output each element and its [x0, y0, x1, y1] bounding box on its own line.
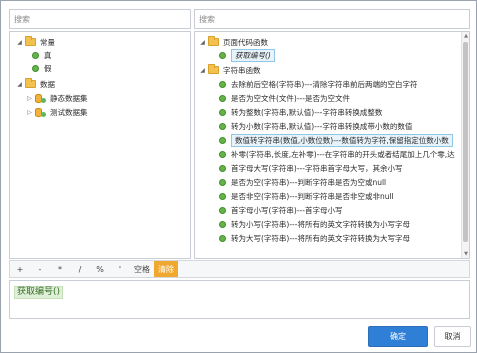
- space-button[interactable]: 空格: [130, 261, 154, 277]
- plus-operator-button[interactable]: +: [10, 261, 30, 277]
- multiply-operator-button[interactable]: *: [50, 261, 70, 277]
- function-item[interactable]: 是否为空(字符串)---判断字符串是否为空或null: [217, 176, 386, 188]
- tree-node-string-functions[interactable]: ◢ 字符串函数: [199, 64, 261, 76]
- minus-operator-button[interactable]: -: [30, 261, 50, 277]
- tree-leaf-label: 真: [44, 50, 52, 60]
- open-folder-icon: [208, 64, 219, 74]
- expanded-triangle-icon[interactable]: ◢: [16, 39, 23, 46]
- leaf-dot-icon: [219, 51, 226, 59]
- function-label: 是否为空文件(文件)---是否为空文件: [231, 93, 350, 103]
- leaf-dot-icon: [219, 108, 226, 116]
- tree-node-data[interactable]: ◢ 数据: [16, 78, 55, 90]
- tree-node-static-dataset[interactable]: ▷ 静态数据集: [26, 92, 88, 104]
- tree-node-label: 常量: [40, 37, 55, 47]
- confirm-button[interactable]: 确定: [368, 326, 428, 347]
- leaf-dot-icon: [219, 94, 226, 102]
- scroll-up-arrow-icon[interactable]: ▲: [462, 32, 469, 40]
- scroll-thumb[interactable]: [463, 42, 468, 242]
- clear-button[interactable]: 清除: [154, 261, 178, 277]
- function-label: 是否为空(字符串)---判断字符串是否为空或null: [231, 177, 387, 187]
- leaf-dot-icon: [219, 122, 226, 130]
- tree-leaf-label: 获取编号(): [231, 48, 275, 62]
- function-item-selected[interactable]: 数值转字符串(数值,小数位数)---数值转为字符,保留指定位数小数: [217, 133, 453, 147]
- function-label: 去除前后空格(字符串)---清除字符串前后两端的空白字符: [231, 79, 418, 89]
- function-item[interactable]: 是否为空文件(文件)---是否为空文件: [217, 92, 350, 104]
- quote-operator-button[interactable]: ': [110, 261, 130, 277]
- open-folder-icon: [208, 36, 219, 46]
- leaf-dot-icon: [32, 64, 39, 72]
- leaf-dot-icon: [219, 164, 226, 172]
- leaf-dot-icon: [219, 206, 226, 214]
- collapsed-triangle-icon[interactable]: ▷: [26, 109, 33, 116]
- expanded-triangle-icon[interactable]: ◢: [199, 67, 206, 74]
- expanded-triangle-icon[interactable]: ◢: [199, 39, 206, 46]
- leaf-dot-icon: [32, 51, 39, 59]
- function-item[interactable]: 转为小数(字符串,默认值)---字符串转换成带小数的数值: [217, 120, 412, 132]
- tree-node-label: 测试数据集: [50, 107, 88, 117]
- functions-tree-panel: ◢ 页面代码函数 获取编号() ◢ 字符串函数 去除前后空格(字符串)---清除…: [194, 31, 470, 259]
- tree-leaf-label: 假: [44, 63, 52, 73]
- tree-node-constants[interactable]: ◢ 常量: [16, 36, 55, 48]
- right-search-input[interactable]: 搜索: [194, 9, 470, 29]
- tree-node-label: 静态数据集: [50, 93, 88, 103]
- expression-editor-dialog: 搜索 搜索 ◢ 常量 真 假 ◢ 数据 ▷ 静态数据集 ▷ 测试数据集 ◢ 页面…: [0, 0, 477, 353]
- dataset-icon: [35, 107, 46, 117]
- tree-node-label: 数据: [40, 79, 55, 89]
- function-item[interactable]: 首字母小写(字符串)---首字母小写: [217, 204, 342, 216]
- folder-icon: [25, 78, 36, 88]
- cancel-button[interactable]: 取消: [434, 326, 471, 347]
- function-item[interactable]: 转为小写(字符串)---将所有的英文字符转换为小写字母: [217, 218, 410, 230]
- function-label: 转为小数(字符串,默认值)---字符串转换成带小数的数值: [231, 121, 413, 131]
- leaf-dot-icon: [219, 136, 226, 144]
- modulo-operator-button[interactable]: %: [90, 261, 110, 277]
- divide-operator-button[interactable]: /: [70, 261, 90, 277]
- collapsed-triangle-icon[interactable]: ▷: [26, 95, 33, 102]
- vertical-scrollbar[interactable]: ▲ ▼: [461, 32, 469, 258]
- function-item[interactable]: 转为大写(字符串)---将所有的英文字符转换为大写字母: [217, 232, 410, 244]
- tree-leaf-get-number[interactable]: 获取编号(): [217, 48, 275, 62]
- function-label: 转为整数(字符串,默认值)---字符串转换成整数: [231, 107, 383, 117]
- function-label: 首字母小写(字符串)---首字母小写: [231, 205, 343, 215]
- function-item[interactable]: 转为整数(字符串,默认值)---字符串转换成整数: [217, 106, 382, 118]
- folder-icon: [25, 36, 36, 46]
- tree-node-page-code-functions[interactable]: ◢ 页面代码函数: [199, 36, 268, 48]
- scroll-down-arrow-icon[interactable]: ▼: [462, 250, 469, 258]
- function-label: 补零(字符串,长度,左补零)---在字符串的开头或者结尾加上几个零,达: [231, 149, 455, 159]
- leaf-dot-icon: [219, 234, 226, 242]
- dataset-icon: [35, 93, 46, 103]
- function-label: 首字母大写(字符串)---字符串首字母大写，其余小写: [231, 163, 403, 173]
- tree-node-label: 页面代码函数: [223, 37, 268, 47]
- operator-toolbar: + - * / % ' 空格 清除: [9, 260, 470, 278]
- leaf-dot-icon: [219, 220, 226, 228]
- function-label: 转为大写(字符串)---将所有的英文字符转换为大写字母: [231, 233, 410, 243]
- leaf-dot-icon: [219, 192, 226, 200]
- tree-leaf-true[interactable]: 真: [30, 49, 52, 61]
- function-item[interactable]: 是否非空(字符串)---判断字符串是否非空或非null: [217, 190, 394, 202]
- function-item[interactable]: 首字母大写(字符串)---字符串首字母大写，其余小写: [217, 162, 402, 174]
- expression-editor[interactable]: 获取编号(): [9, 280, 470, 319]
- leaf-dot-icon: [219, 150, 226, 158]
- leaf-dot-icon: [219, 178, 226, 186]
- variables-tree-panel: ◢ 常量 真 假 ◢ 数据 ▷ 静态数据集 ▷ 测试数据集: [9, 31, 191, 259]
- tree-node-label: 字符串函数: [223, 65, 261, 75]
- expression-token[interactable]: 获取编号(): [14, 286, 64, 299]
- leaf-dot-icon: [219, 80, 226, 88]
- left-search-input[interactable]: 搜索: [9, 9, 191, 29]
- function-label: 转为小写(字符串)---将所有的英文字符转换为小写字母: [231, 219, 410, 229]
- function-label: 数值转字符串(数值,小数位数)---数值转为字符,保留指定位数小数: [231, 133, 453, 147]
- expanded-triangle-icon[interactable]: ◢: [16, 81, 23, 88]
- tree-leaf-false[interactable]: 假: [30, 62, 52, 74]
- function-item[interactable]: 去除前后空格(字符串)---清除字符串前后两端的空白字符: [217, 78, 417, 90]
- function-item[interactable]: 补零(字符串,长度,左补零)---在字符串的开头或者结尾加上几个零,达: [217, 148, 455, 160]
- tree-node-test-dataset[interactable]: ▷ 测试数据集: [26, 106, 88, 118]
- function-label: 是否非空(字符串)---判断字符串是否非空或非null: [231, 191, 394, 201]
